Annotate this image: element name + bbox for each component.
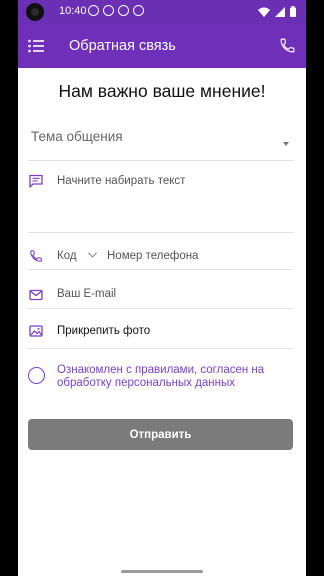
phone-icon <box>30 250 42 262</box>
chevron-down-icon[interactable] <box>88 252 97 258</box>
topic-placeholder: Тема общения <box>31 129 123 144</box>
notification-icon <box>88 5 99 16</box>
app-bar: Обратная связь <box>18 24 306 68</box>
phone-icon[interactable] <box>279 37 296 54</box>
status-bar: 10:40 <box>18 0 306 24</box>
radio-circle-icon[interactable] <box>28 367 45 384</box>
phone-screen: 10:40 Обратная связь Нам важно ваше мнен… <box>18 0 306 576</box>
country-code-select[interactable]: Код <box>57 250 77 262</box>
message-placeholder: Начните набирать текст <box>57 175 186 187</box>
battery-icon <box>290 6 296 17</box>
system-icons <box>258 6 296 17</box>
attach-photo-label: Прикрепить фото <box>57 325 151 337</box>
agreement-checkbox[interactable]: Ознакомлен с правилами, согласен на обра… <box>28 362 293 394</box>
wifi-icon <box>258 7 270 17</box>
message-icon <box>29 174 43 188</box>
page-title: Обратная связь <box>69 38 176 54</box>
image-icon <box>29 325 43 337</box>
dropdown-arrow-icon <box>283 142 289 146</box>
message-field[interactable]: Начните набирать текст <box>28 168 293 233</box>
signal-icon <box>275 6 285 17</box>
phone-field: Код Номер телефона <box>28 243 293 270</box>
attach-photo-button[interactable]: Прикрепить фото <box>28 320 293 349</box>
status-time: 10:40 <box>59 5 87 17</box>
email-input: Ваш E-mail <box>57 288 117 300</box>
camera-cutout <box>26 3 44 21</box>
notification-icon <box>118 5 129 16</box>
topic-select[interactable]: Тема общения <box>28 124 293 161</box>
notification-icons <box>88 5 144 16</box>
form-heading: Нам важно ваше мнение! <box>58 81 266 101</box>
email-field[interactable]: Ваш E-mail <box>28 282 293 309</box>
email-icon <box>29 289 43 301</box>
home-indicator[interactable] <box>121 570 203 573</box>
phone-input[interactable]: Номер телефона <box>107 250 198 262</box>
submit-button[interactable]: Отправить <box>28 419 293 450</box>
agreement-text[interactable]: Ознакомлен с правилами, согласен на обра… <box>57 364 293 390</box>
notification-icon <box>103 5 114 16</box>
notification-icon <box>133 5 144 16</box>
menu-icon[interactable] <box>28 39 44 53</box>
